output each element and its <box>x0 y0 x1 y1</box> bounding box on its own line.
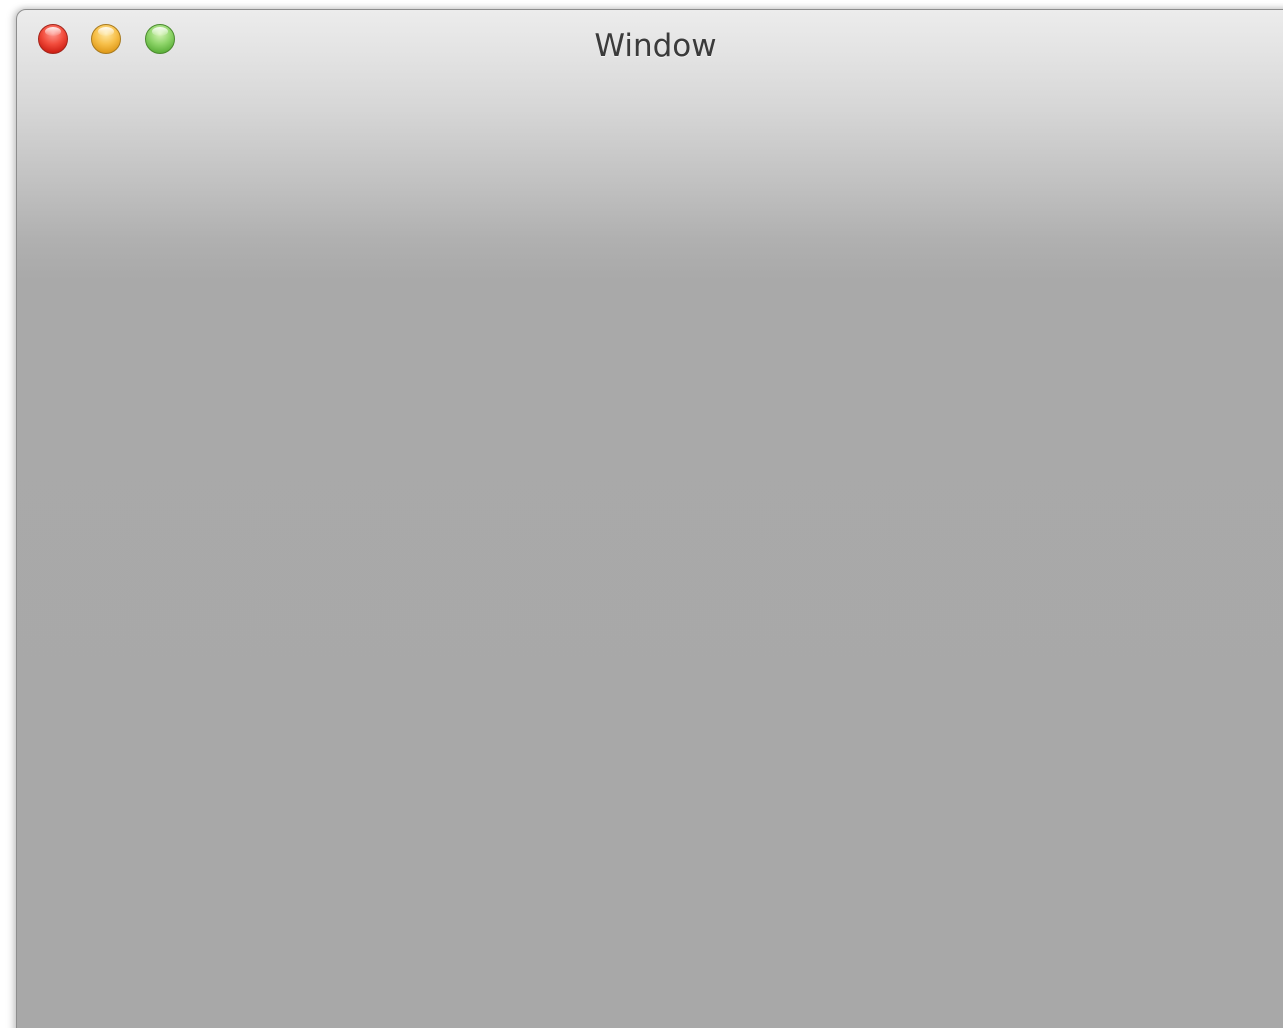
desktop: Window <box>0 0 1283 1028</box>
window-content <box>17 70 1283 1028</box>
app-window: Window <box>16 9 1283 1028</box>
title-bar[interactable]: Window <box>17 10 1283 70</box>
window-title: Window <box>594 28 717 64</box>
